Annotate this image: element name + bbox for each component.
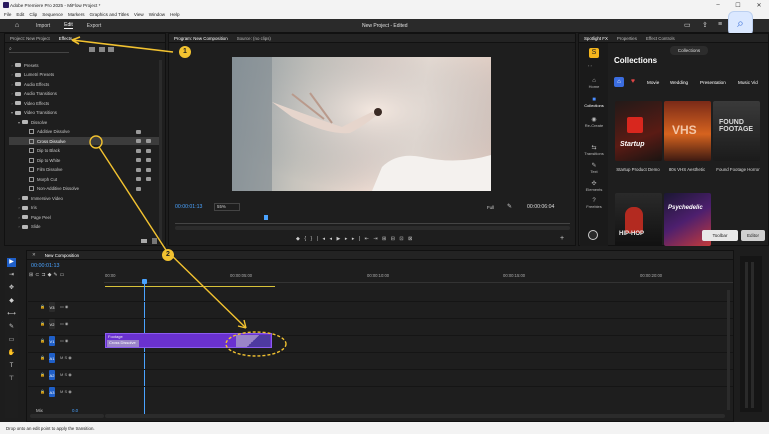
status-bar: Drop onto an edit point to apply the tra… xyxy=(0,422,769,434)
drag-start-circle xyxy=(89,135,103,149)
drop-target-ellipse xyxy=(225,331,287,357)
arrow-2 xyxy=(98,146,247,329)
arrow-1 xyxy=(71,39,174,53)
tutorial-annotations xyxy=(71,36,287,357)
status-text: Drop onto an edit point to apply the tra… xyxy=(6,425,95,431)
step-1-badge: 1 xyxy=(179,46,191,58)
step-2-badge: 2 xyxy=(162,249,174,261)
